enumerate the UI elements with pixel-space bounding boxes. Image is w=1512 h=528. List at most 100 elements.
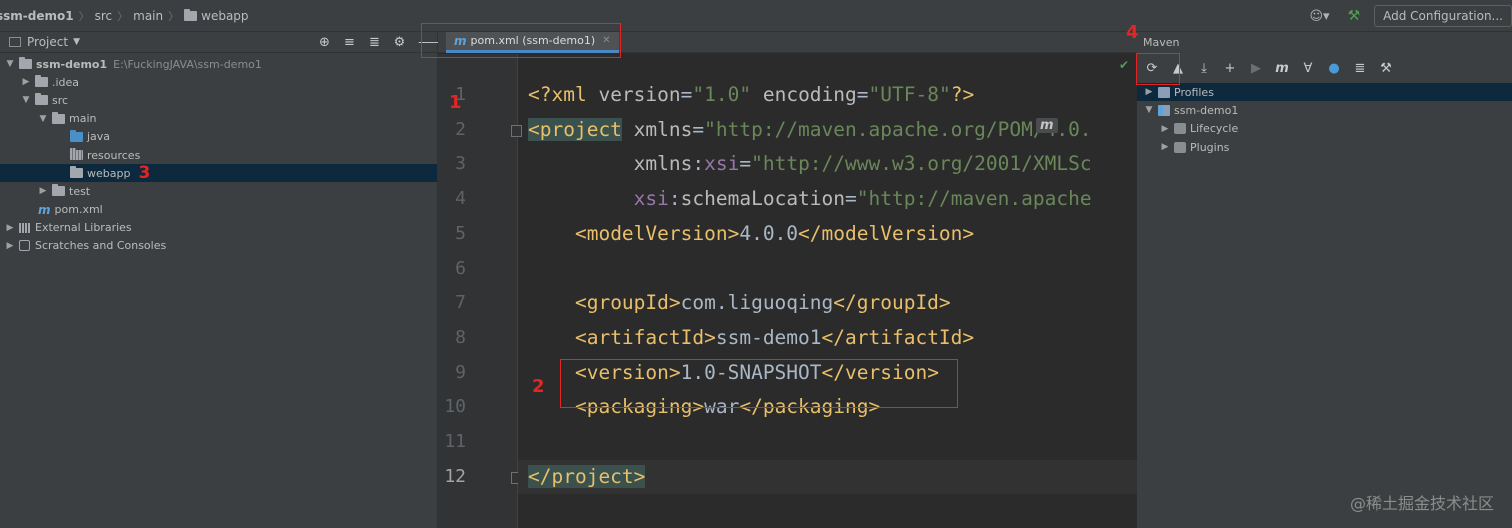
breadcrumb-project[interactable]: ssm-demo1 — [0, 9, 74, 23]
wrench-icon[interactable]: ⚒ — [1373, 61, 1399, 76]
code-token: = — [845, 187, 857, 211]
collapse-all-icon[interactable]: ≣ — [1347, 61, 1373, 76]
maven-file-icon: m — [38, 202, 51, 217]
project-panel: Project ▼ ⊕ ≡ ≣ ⚙ — ▼ ssm-demo1 E:\Fucki… — [0, 32, 438, 528]
tree-item-src[interactable]: ▼ src — [0, 91, 437, 109]
tree-item-test[interactable]: ▶ test — [0, 182, 437, 200]
folder-icon — [35, 93, 48, 106]
line-number: 7 — [455, 292, 466, 314]
maven-item-profiles[interactable]: ▶ Profiles — [1137, 83, 1512, 102]
code-area[interactable]: ✔ <?xml version="1.0" encoding="UTF-8"?>… — [518, 54, 1137, 528]
maven-item-label: Plugins — [1190, 140, 1230, 154]
chevron-right-icon[interactable]: ▶ — [1159, 142, 1171, 152]
locate-icon[interactable]: ⊕ — [312, 35, 337, 50]
line-number: 6 — [455, 257, 466, 279]
tree-item-ssm-demo1[interactable]: ▼ ssm-demo1 E:\FuckingJAVA\ssm-demo1 — [0, 55, 437, 73]
tree-item-label: .idea — [52, 75, 80, 89]
tree-item-label: External Libraries — [35, 221, 132, 235]
tree-item-idea[interactable]: ▶ .idea — [0, 73, 437, 91]
tree-item-main[interactable]: ▼ main — [0, 110, 437, 128]
annotation-number-3: 3 — [138, 163, 151, 184]
chevron-down-icon[interactable]: ▼ — [73, 37, 80, 47]
watermark: @稀土掘金技术社区 — [1349, 494, 1494, 513]
maven-item-ssm-demo1[interactable]: ▼ ssm-demo1 — [1137, 101, 1512, 119]
code-token: xsi — [633, 187, 669, 211]
code-token: encoding — [762, 83, 857, 106]
maven-item-plugins[interactable]: ▶ Plugins — [1137, 138, 1512, 156]
chevron-down-icon[interactable]: ▼ — [1143, 105, 1155, 115]
line-number: 11 — [444, 431, 466, 452]
code-token: "http://maven.apache.org/POM/4.0. — [704, 117, 1092, 141]
navigation-bar: ssm-demo1 〉 src 〉 main 〉 webapp ☺▾ ⚒ Add… — [0, 0, 1512, 32]
chevron-right-icon[interactable]: ▶ — [20, 77, 32, 87]
download-icon[interactable]: ⤓ — [1191, 61, 1217, 76]
chevron-right-icon[interactable]: ▶ — [4, 241, 16, 251]
chevron-down-icon[interactable]: ▼ — [37, 114, 49, 124]
code-token: schemaLocation — [680, 187, 846, 211]
maven-reload-hint-icon[interactable]: m — [1036, 117, 1058, 133]
chevron-right-icon: 〉 — [78, 9, 90, 23]
annotation-number-1: 1 — [449, 92, 462, 113]
breadcrumb-src[interactable]: src — [95, 9, 113, 23]
toggle-offline-icon[interactable]: ∀ — [1295, 61, 1321, 76]
annotation-box-packaging — [560, 359, 958, 408]
maven-panel: Maven ⟳ ▲ ⤓ + ▶ m ∀ ● ≣ ⚒ ▶ Profiles ▼ s… — [1137, 32, 1512, 528]
project-panel-title[interactable]: Project — [27, 35, 68, 49]
project-tree: ▼ ssm-demo1 E:\FuckingJAVA\ssm-demo1 ▶ .… — [0, 53, 437, 255]
scratches-icon — [19, 240, 30, 252]
annotation-box-tab — [421, 23, 621, 58]
chevron-right-icon[interactable]: ▶ — [1143, 87, 1155, 97]
annotation-box-reload — [1136, 53, 1180, 85]
tree-item-pom-xml[interactable]: m pom.xml — [0, 201, 437, 219]
chevron-down-icon[interactable]: ▼ — [20, 95, 32, 105]
tree-item-label: test — [69, 184, 91, 198]
expand-all-icon[interactable]: ≡ — [337, 35, 362, 50]
chevron-down-icon[interactable]: ▼ — [4, 59, 16, 69]
chevron-right-icon[interactable]: ▶ — [4, 223, 16, 233]
chevron-right-icon[interactable]: ▶ — [1159, 124, 1171, 134]
user-icon[interactable]: ☺▾ — [1309, 9, 1329, 24]
code-line: <groupId>com.liguoqing</groupId> — [528, 287, 951, 319]
plugins-icon — [1174, 141, 1186, 153]
gear-icon[interactable]: ⚙ — [387, 35, 412, 50]
lifecycle-icon — [1174, 123, 1186, 135]
plus-icon[interactable]: + — [1217, 61, 1243, 76]
tree-item-webapp[interactable]: webapp 3 — [0, 163, 437, 184]
code-token: = — [739, 152, 752, 176]
library-icon — [19, 222, 31, 233]
add-configuration-button[interactable]: Add Configuration... — [1374, 5, 1512, 27]
skip-tests-icon[interactable]: ● — [1321, 61, 1347, 76]
hammer-icon[interactable]: ⚒ — [1348, 8, 1361, 24]
code-token: </artifactId> — [821, 325, 975, 349]
tree-item-resources[interactable]: resources — [0, 146, 437, 164]
maven-item-label: Lifecycle — [1190, 122, 1239, 136]
code-token: ssm-demo1 — [715, 325, 822, 349]
line-number: 8 — [455, 326, 466, 348]
code-token: xmlns — [633, 117, 693, 141]
maven-goal-icon[interactable]: m — [1269, 61, 1295, 76]
folder-icon — [184, 8, 198, 21]
profiles-icon — [1158, 86, 1170, 98]
line-number: 4 — [455, 188, 466, 210]
code-line: <artifactId>ssm-demo1</artifactId> — [528, 322, 974, 354]
tree-item-scratches[interactable]: ▶ Scratches and Consoles — [0, 237, 437, 255]
line-number: 2 — [455, 118, 466, 140]
breadcrumb-main[interactable]: main — [133, 9, 163, 23]
tree-item-java[interactable]: java — [0, 128, 437, 146]
project-panel-tools: ⊕ ≡ ≣ ⚙ — — [312, 32, 437, 53]
maven-item-lifecycle[interactable]: ▶ Lifecycle — [1137, 120, 1512, 138]
maven-panel-title: Maven — [1143, 36, 1180, 49]
tree-item-external-libraries[interactable]: ▶ External Libraries — [0, 219, 437, 237]
folder-icon — [70, 166, 83, 179]
breadcrumb-webapp[interactable]: webapp — [201, 9, 248, 23]
code-token: "1.0" — [692, 83, 763, 106]
run-icon[interactable]: ▶ — [1243, 61, 1269, 76]
collapse-all-icon[interactable]: ≣ — [362, 35, 387, 50]
chevron-right-icon[interactable]: ▶ — [37, 186, 49, 196]
chevron-right-icon: 〉 — [168, 9, 180, 23]
tree-item-label: java — [87, 130, 111, 144]
line-number: 12 — [444, 465, 466, 487]
